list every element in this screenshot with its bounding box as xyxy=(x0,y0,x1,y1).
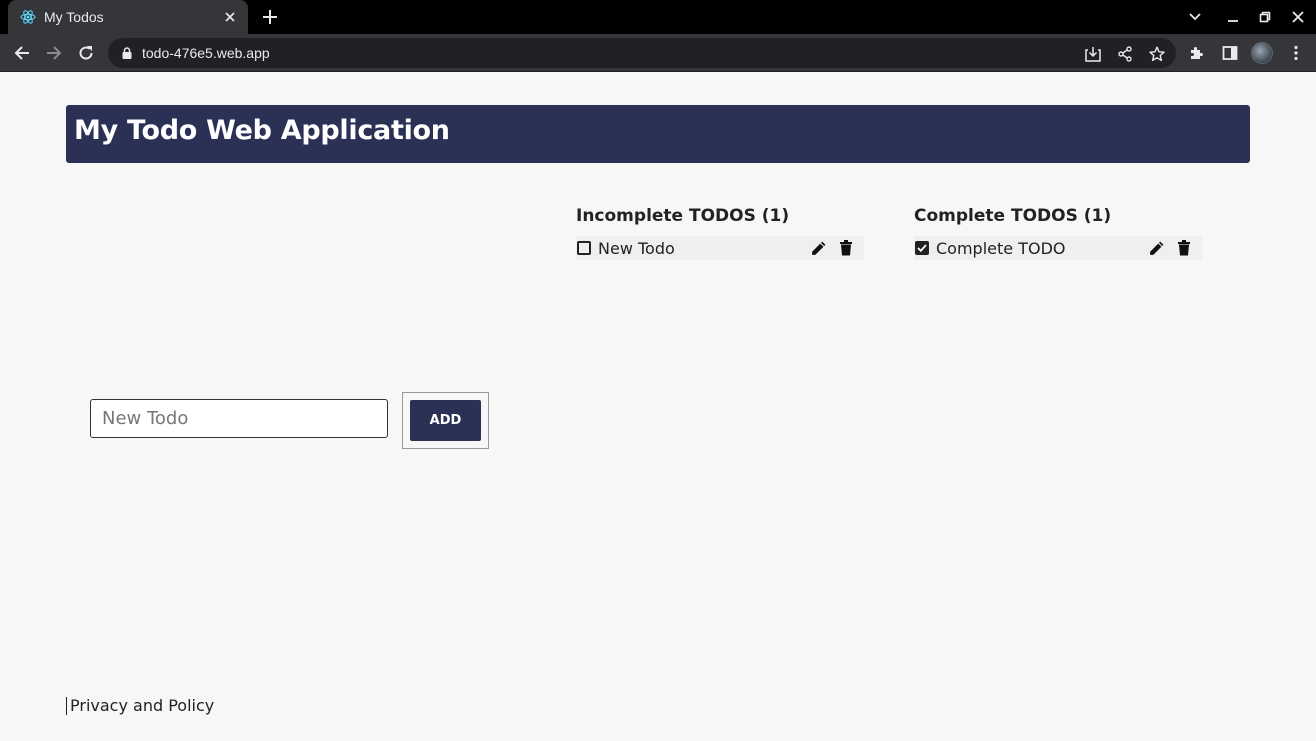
complete-heading: Complete TODOS (1) xyxy=(914,206,1112,226)
extensions-puzzle-icon[interactable] xyxy=(1186,42,1208,64)
bookmark-star-icon[interactable] xyxy=(1148,45,1166,63)
tab-title: My Todos xyxy=(44,9,104,25)
add-button[interactable]: ADD xyxy=(410,400,481,441)
back-icon[interactable] xyxy=(10,41,34,65)
browser-tab[interactable]: My Todos xyxy=(8,0,248,34)
footer: Privacy and Policy xyxy=(66,696,214,715)
close-tab-icon[interactable] xyxy=(220,7,240,27)
checkmark-icon xyxy=(917,244,927,252)
complete-todos-section: Complete TODOS (1) Complete TODO xyxy=(914,206,1202,260)
side-panel-icon[interactable] xyxy=(1219,42,1241,64)
todo-item: New Todo xyxy=(576,236,864,260)
browser-tab-bar: My Todos xyxy=(0,0,1316,34)
add-button-frame: ADD xyxy=(402,392,489,449)
incomplete-todos-section: Incomplete TODOS (1) New Todo xyxy=(576,206,864,260)
new-todo-input[interactable] xyxy=(90,399,388,438)
app-title: My Todo Web Application xyxy=(74,115,450,146)
forward-icon[interactable] xyxy=(42,41,66,65)
share-icon[interactable] xyxy=(1116,45,1134,63)
edit-pencil-icon[interactable] xyxy=(808,238,828,258)
edit-pencil-icon[interactable] xyxy=(1146,238,1166,258)
minimize-icon[interactable] xyxy=(1222,6,1244,28)
footer-divider xyxy=(66,696,67,715)
close-window-icon[interactable] xyxy=(1287,6,1309,28)
app-header: My Todo Web Application xyxy=(66,105,1250,163)
delete-trash-icon[interactable] xyxy=(836,238,856,258)
url-text: todo-476e5.web.app xyxy=(142,45,270,61)
react-favicon-icon xyxy=(20,9,36,25)
delete-trash-icon[interactable] xyxy=(1174,238,1194,258)
more-menu-icon[interactable] xyxy=(1285,42,1307,64)
tab-search-icon[interactable] xyxy=(1184,6,1206,28)
todo-item: Complete TODO xyxy=(914,236,1202,260)
address-bar[interactable]: todo-476e5.web.app xyxy=(108,38,1176,68)
profile-avatar[interactable] xyxy=(1251,42,1273,64)
lock-icon xyxy=(120,46,134,60)
todo-checkbox-checked[interactable] xyxy=(915,241,929,255)
restore-icon[interactable] xyxy=(1254,6,1276,28)
reload-icon[interactable] xyxy=(74,41,98,65)
browser-toolbar: todo-476e5.web.app xyxy=(0,34,1316,72)
todo-text: Complete TODO xyxy=(936,238,1066,258)
privacy-policy-link[interactable]: Privacy and Policy xyxy=(70,696,214,715)
new-tab-icon[interactable] xyxy=(258,5,282,29)
incomplete-heading: Incomplete TODOS (1) xyxy=(576,206,790,226)
todo-text: New Todo xyxy=(598,238,675,258)
install-app-icon[interactable] xyxy=(1084,45,1102,63)
todo-checkbox[interactable] xyxy=(577,241,591,255)
page-content: My Todo Web Application Incomplete TODOS… xyxy=(0,73,1316,741)
